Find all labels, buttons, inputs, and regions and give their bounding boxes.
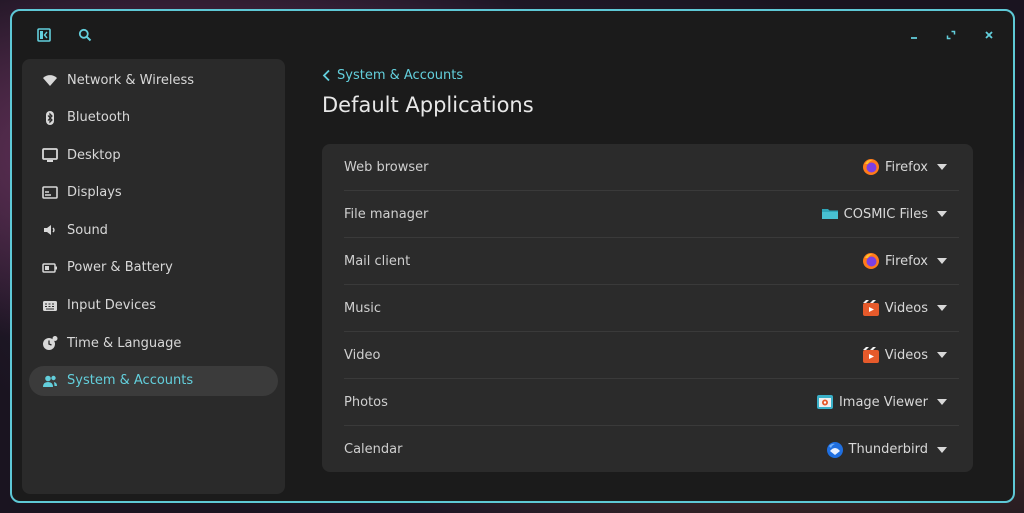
music-dropdown[interactable]: Videos [862,299,959,317]
back-link-label: System & Accounts [337,67,464,83]
sidebar-item-power[interactable]: Power & Battery [29,253,278,283]
caret-down-icon [937,399,947,405]
row-label: Mail client [344,253,411,269]
row-label: Video [344,347,381,363]
selected-app: Videos [884,347,928,363]
thunderbird-icon [826,441,843,458]
selected-app: COSMIC Files [843,206,928,222]
users-icon [41,372,59,390]
sidebar-item-label: Sound [67,222,108,238]
sidebar-item-sound[interactable]: Sound [29,215,278,245]
sidebar-item-input[interactable]: Input Devices [29,291,278,321]
folder-icon [821,209,838,219]
sidebar-item-displays[interactable]: Displays [29,178,278,208]
row-label: Music [344,300,381,316]
sidebar-item-label: Network & Wireless [67,72,195,88]
sidebar-item-desktop[interactable]: Desktop [29,140,278,170]
keyboard-icon [41,297,59,315]
photos-dropdown[interactable]: Image Viewer [816,393,959,411]
sidebar-item-label: System & Accounts [67,373,194,389]
video-dropdown[interactable]: Videos [862,346,959,364]
list-item: Music Videos [344,285,959,332]
caret-down-icon [937,446,947,453]
page-title: Default Applications [322,93,534,117]
row-label: Photos [344,394,388,410]
web-browser-dropdown[interactable]: Firefox [862,158,959,176]
row-label: Web browser [344,159,429,175]
file-manager-dropdown[interactable]: COSMIC Files [821,205,959,223]
list-item: Photos Image Viewer [344,379,959,426]
settings-window: Network & Wireless Bluetooth Desktop Dis… [10,9,1015,503]
list-item: Mail client Firefox [344,238,959,285]
bluetooth-icon [41,109,59,127]
desktop-icon [41,146,59,164]
sidebar: Network & Wireless Bluetooth Desktop Dis… [22,59,285,494]
list-item: Calendar Thunderbird [344,426,959,473]
row-label: Calendar [344,442,403,457]
firefox-icon [862,253,879,269]
sidebar-item-label: Time & Language [67,335,182,351]
minimize-icon[interactable] [904,25,924,45]
header-bar [12,11,1013,59]
battery-icon [41,259,59,277]
wifi-icon [41,71,59,89]
selected-app: Videos [884,300,928,316]
chevron-left-icon [322,69,330,81]
caret-down-icon [937,258,947,264]
maximize-icon[interactable] [941,25,961,45]
firefox-icon [862,159,879,175]
close-icon[interactable] [979,25,999,45]
default-apps-list: Web browser Firefox File manager COSMIC … [322,144,973,472]
sidebar-item-label: Displays [67,185,122,201]
videos-icon [862,347,879,363]
mail-client-dropdown[interactable]: Firefox [862,252,959,270]
selected-app: Firefox [884,253,928,269]
caret-down-icon [937,352,947,358]
back-link[interactable]: System & Accounts [322,66,983,84]
image-viewer-icon [816,395,833,409]
row-label: File manager [344,206,429,222]
selected-app: Image Viewer [838,394,928,410]
speaker-icon [41,221,59,239]
main-content: System & Accounts Default Applications W… [322,66,983,472]
sidebar-item-bluetooth[interactable]: Bluetooth [29,103,278,133]
search-icon[interactable] [75,25,95,45]
sidebar-item-label: Bluetooth [67,110,131,126]
caret-down-icon [937,305,947,311]
videos-icon [862,300,879,316]
sidebar-toggle-icon[interactable] [34,25,54,45]
sidebar-item-time[interactable]: Time & Language [29,328,278,358]
sidebar-item-network[interactable]: Network & Wireless [29,65,278,95]
selected-app: Thunderbird [848,442,929,457]
sidebar-item-label: Input Devices [67,298,157,314]
caret-down-icon [937,211,947,217]
selected-app: Firefox [884,159,928,175]
clock-globe-icon [41,334,59,352]
list-item: Video Videos [344,332,959,379]
sidebar-item-system-accounts[interactable]: System & Accounts [29,365,278,396]
sidebar-item-label: Power & Battery [67,260,173,276]
display-icon [41,184,59,202]
list-item: File manager COSMIC Files [344,191,959,238]
list-item: Web browser Firefox [344,144,959,191]
caret-down-icon [937,164,947,170]
calendar-dropdown[interactable]: Thunderbird [826,441,960,459]
sidebar-item-label: Desktop [67,147,121,163]
